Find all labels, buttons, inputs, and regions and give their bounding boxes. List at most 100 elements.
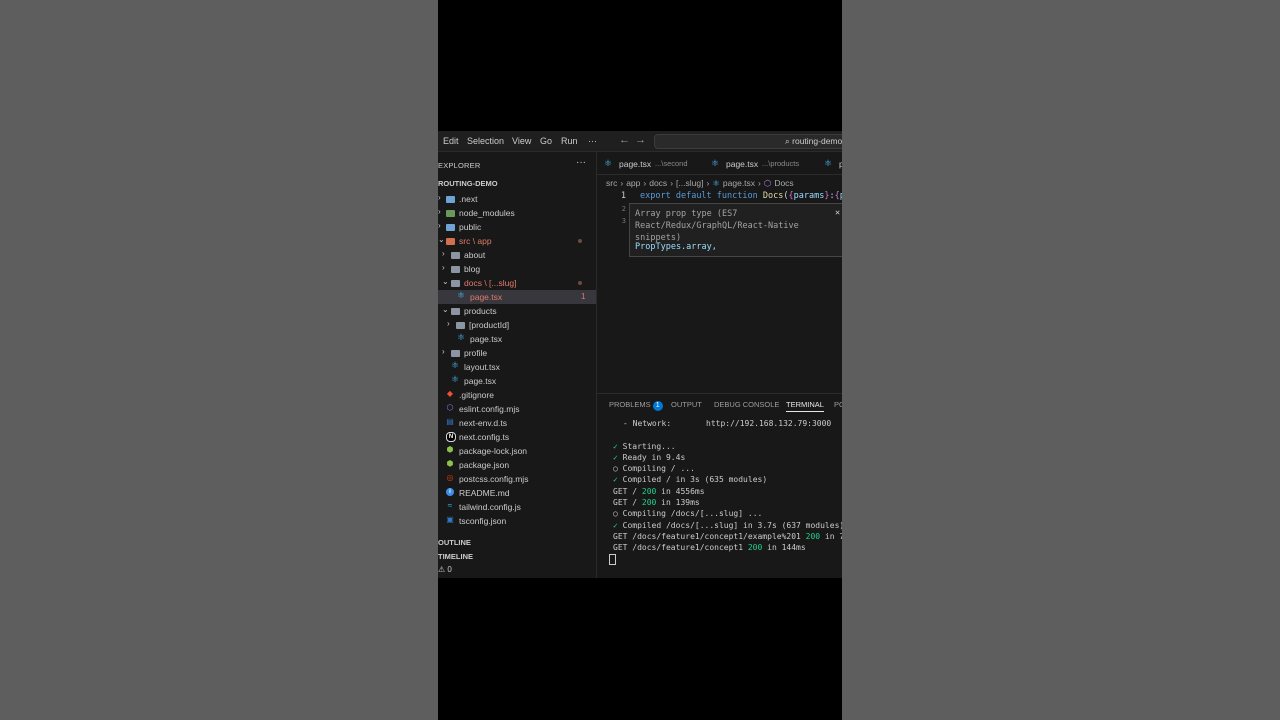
git-icon: ◆ [446,389,454,398]
tree-item-postcss[interactable]: ◎ postcss.config.mjs [438,472,596,486]
chevron-right-icon: › [442,347,445,356]
editor-tabs: ⚛ page.tsx ...\second ⚛ page.tsx ...\pro… [597,152,842,175]
network-url[interactable]: http://192.168.132.79:3000 [676,419,831,428]
tree-item-about[interactable]: › about [438,248,596,262]
back-arrow-icon[interactable]: ← [619,134,630,146]
breadcrumb-separator: › [706,178,710,188]
tab-output[interactable]: OUTPUT [671,400,702,409]
tree-item-tailwind[interactable]: ≈ tailwind.config.js [438,500,596,514]
breadcrumb-item[interactable]: page.tsx [723,178,755,188]
close-icon[interactable]: ✕ [835,208,840,218]
tab-problems[interactable]: PROBLEMS 1 [609,400,663,411]
tree-label: page.tsx [464,376,497,386]
tree-label: [productId] [469,320,510,330]
folder-icon [451,350,460,357]
terminal-line: GET /docs/feature1/concept1/example%201 … [613,532,842,541]
tree-label: tailwind.config.js [459,502,521,512]
terminal-line: ○ Compiling / ... [613,464,695,473]
modified-dot [578,281,582,285]
menu-view[interactable]: View [512,136,531,146]
project-title[interactable]: ROUTING-DEMO [438,179,498,188]
breadcrumb-item[interactable]: src [606,178,617,188]
suggestion-details-popup: Array prop type (ES7 React/Redux/GraphQL… [629,203,842,257]
tree-item-eslint[interactable]: ⬡ eslint.config.mjs [438,402,596,416]
suggestion-description: Array prop type (ES7 React/Redux/GraphQL… [635,209,799,243]
code-line-1[interactable]: export default function Docs({params}:{p [640,191,842,201]
line-number: 2 [621,205,626,213]
tree-item-node-modules[interactable]: › node_modules [438,206,596,220]
network-label: - Network: [623,419,672,428]
tree-item-next[interactable]: › .next [438,192,596,206]
folder-icon [456,322,465,329]
breadcrumb-separator: › [670,178,674,188]
tree-item-profile[interactable]: › profile [438,346,596,360]
status-warnings[interactable]: ⚠ 0 [438,565,452,574]
vscode-window: Edit Selection View Go Run ··· ← → ⌕ rou… [438,131,842,578]
typescript-icon: ▤ [446,417,454,426]
tree-item-tsconfig[interactable]: ▣ tsconfig.json [438,514,596,528]
postcss-icon: ◎ [446,473,454,482]
tree-item-readme[interactable]: i README.md [438,486,596,500]
tree-item-docs-slug[interactable]: ⌄ docs \ [...slug] [438,276,596,290]
nextjs-icon: N [446,432,456,442]
tree-item-products-page[interactable]: ⚛ page.tsx [438,332,596,346]
menu-more[interactable]: ··· [588,136,597,146]
info-icon: i [446,488,454,496]
command-center-search[interactable]: ⌕ routing-demo [654,134,842,149]
tree-item-package-json[interactable]: ⬢ package.json [438,458,596,472]
chevron-right-icon: › [442,249,445,258]
tab-page-products[interactable]: ⚛ page.tsx ...\products [704,152,814,174]
problem-count: 1 [581,292,586,301]
tree-item-products[interactable]: ⌄ products [438,304,596,318]
chevron-down-icon: ⌄ [438,235,445,244]
react-icon: ⚛ [451,374,460,384]
folder-icon [451,266,460,273]
tab-page-third[interactable]: ⚛ p [817,152,842,174]
tab-terminal[interactable]: TERMINAL [786,400,824,412]
menu-go[interactable]: Go [540,136,552,146]
tab-hint: ...\products [762,159,800,168]
tree-item-src-app[interactable]: ⌄ src \ app [438,234,596,248]
folder-icon [446,238,455,245]
react-icon: ⚛ [451,360,460,370]
folder-icon [446,196,455,203]
chevron-right-icon: › [447,319,450,328]
timeline-section[interactable]: TIMELINE [438,552,473,561]
react-icon: ⚛ [711,158,720,168]
tab-ports[interactable]: PO [834,400,842,409]
menu-selection[interactable]: Selection [467,136,504,146]
terminal-cursor[interactable] [609,554,616,565]
explorer-sidebar: EXPLORER ··· ROUTING-DEMO › .next › node… [438,152,597,578]
tree-item-docs-page[interactable]: ⚛ page.tsx 1 [438,290,596,304]
tab-debug-console[interactable]: DEBUG CONSOLE [714,400,779,409]
tree-item-public[interactable]: › public [438,220,596,234]
tree-label: next.config.ts [459,432,510,442]
tree-item-gitignore[interactable]: ◆ .gitignore [438,388,596,402]
explorer-more-button[interactable]: ··· [576,157,586,168]
tree-item-productid[interactable]: › [productId] [438,318,596,332]
react-icon: ⚛ [457,332,466,342]
chevron-right-icon: › [438,193,441,202]
tsconfig-icon: ▣ [446,515,454,524]
tree-item-layout[interactable]: ⚛ layout.tsx [438,360,596,374]
tree-item-app-page[interactable]: ⚛ page.tsx [438,374,596,388]
tree-item-blog[interactable]: › blog [438,262,596,276]
menu-run[interactable]: Run [561,136,578,146]
tree-item-next-env[interactable]: ▤ next-env.d.ts [438,416,596,430]
outline-section[interactable]: OUTLINE [438,538,471,547]
tree-item-next-config[interactable]: N next.config.ts [438,430,596,444]
terminal-network-line: - Network: http://192.168.132.79:3000 [613,419,831,428]
breadcrumb-item[interactable]: [...slug] [676,178,703,188]
breadcrumb-item[interactable]: Docs [774,178,793,188]
suggestion-code: PropTypes.array, [635,242,717,252]
tab-page-second[interactable]: ⚛ page.tsx ...\second [597,152,702,174]
tree-item-package-lock[interactable]: ⬢ package-lock.json [438,444,596,458]
breadcrumb-item[interactable]: docs [649,178,667,188]
terminal-line: ✓ Starting... [613,442,676,451]
forward-arrow-icon[interactable]: → [635,134,646,146]
menu-edit[interactable]: Edit [443,136,459,146]
chevron-right-icon: › [442,263,445,272]
breadcrumb-item[interactable]: app [626,178,640,188]
tab-label: page.tsx [619,159,652,169]
line-number: 3 [621,217,626,225]
